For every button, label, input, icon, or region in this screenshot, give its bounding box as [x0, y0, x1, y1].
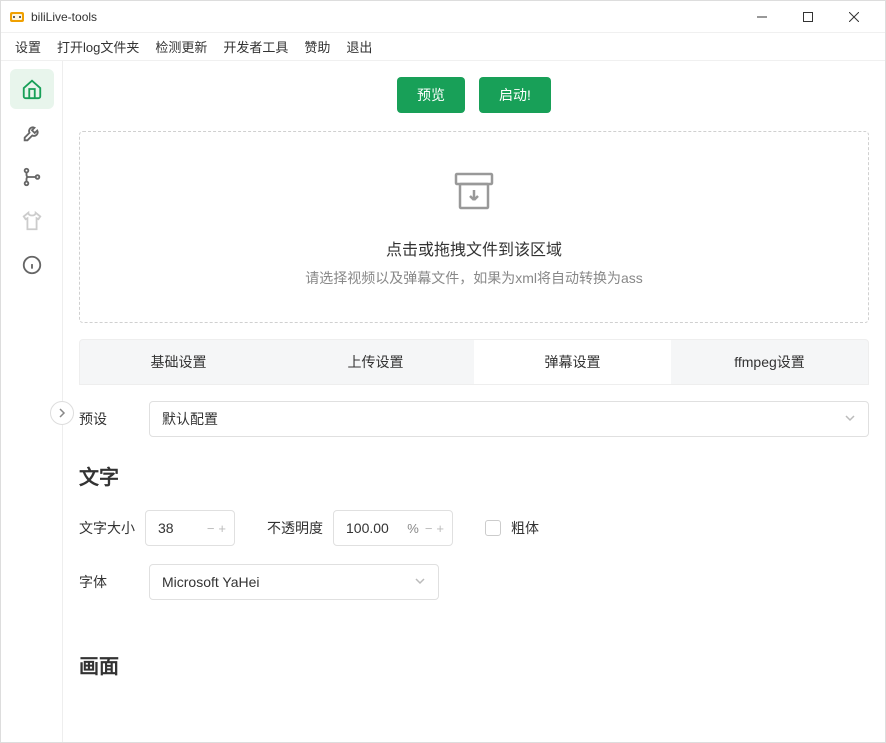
increment-icon[interactable]: +	[436, 521, 444, 536]
opacity-suffix: %	[407, 521, 419, 536]
menu-check-update[interactable]: 检测更新	[147, 34, 215, 59]
tab-upload[interactable]: 上传设置	[277, 340, 474, 384]
opacity-value: 100.00	[346, 520, 407, 536]
file-dropzone[interactable]: 点击或拖拽文件到该区域 请选择视频以及弹幕文件，如果为xml将自动转换为ass	[79, 131, 869, 323]
font-value: Microsoft YaHei	[162, 574, 260, 590]
font-select[interactable]: Microsoft YaHei	[149, 564, 439, 600]
section-text-title: 文字	[79, 461, 869, 490]
tab-danmu[interactable]: 弹幕设置	[474, 340, 671, 384]
app-icon	[9, 9, 25, 25]
chevron-down-icon	[844, 411, 856, 427]
font-size-value: 38	[158, 520, 207, 536]
opacity-label: 不透明度	[267, 518, 323, 538]
sidebar	[1, 61, 63, 742]
menu-settings[interactable]: 设置	[7, 34, 49, 59]
window-title: biliLive-tools	[31, 10, 739, 24]
menubar: 设置 打开log文件夹 检测更新 开发者工具 赞助 退出	[1, 33, 885, 61]
decrement-icon[interactable]: −	[207, 521, 215, 536]
preset-label: 预设	[79, 409, 135, 429]
close-button[interactable]	[831, 1, 877, 33]
font-size-input[interactable]: 38 −+	[145, 510, 235, 546]
maximize-button[interactable]	[785, 1, 831, 33]
shirt-icon	[21, 210, 43, 232]
sidebar-item-home[interactable]	[10, 69, 54, 109]
action-bar: 预览 启动!	[79, 77, 869, 113]
dropzone-subtitle: 请选择视频以及弹幕文件，如果为xml将自动转换为ass	[100, 268, 848, 288]
start-button[interactable]: 启动!	[479, 77, 551, 113]
dropzone-title: 点击或拖拽文件到该区域	[100, 236, 848, 260]
info-icon	[21, 254, 43, 276]
menu-open-log[interactable]: 打开log文件夹	[49, 34, 147, 59]
main-content: 预览 启动! 点击或拖拽文件到该区域 请选择视频以及弹幕文件，如果为xml将自动…	[63, 61, 885, 742]
preset-value: 默认配置	[162, 409, 218, 429]
sidebar-toggle[interactable]	[50, 401, 74, 425]
minimize-button[interactable]	[739, 1, 785, 33]
preset-select[interactable]: 默认配置	[149, 401, 869, 437]
wrench-icon	[21, 122, 43, 144]
tab-ffmpeg[interactable]: ffmpeg设置	[671, 340, 868, 384]
sidebar-item-tools[interactable]	[10, 113, 54, 153]
bold-label: 粗体	[511, 518, 539, 538]
decrement-icon[interactable]: −	[425, 521, 433, 536]
menu-sponsor[interactable]: 赞助	[296, 34, 338, 59]
merge-icon	[21, 166, 43, 188]
archive-download-icon	[450, 170, 498, 212]
menu-exit[interactable]: 退出	[338, 34, 380, 59]
tab-basic[interactable]: 基础设置	[80, 340, 277, 384]
increment-icon[interactable]: +	[218, 521, 226, 536]
chevron-right-icon	[57, 408, 67, 418]
font-label: 字体	[79, 572, 135, 592]
home-icon	[21, 78, 43, 100]
preview-button[interactable]: 预览	[397, 77, 465, 113]
sidebar-item-info[interactable]	[10, 245, 54, 285]
menu-devtools[interactable]: 开发者工具	[215, 34, 296, 59]
bold-checkbox[interactable]	[485, 520, 501, 536]
sidebar-item-merge[interactable]	[10, 157, 54, 197]
font-size-label: 文字大小	[79, 518, 135, 538]
settings-tabs: 基础设置 上传设置 弹幕设置 ffmpeg设置	[79, 339, 869, 385]
opacity-input[interactable]: 100.00 % −+	[333, 510, 453, 546]
chevron-down-icon	[414, 574, 426, 590]
window-controls	[739, 1, 877, 33]
titlebar: biliLive-tools	[1, 1, 885, 33]
sidebar-item-clothes[interactable]	[10, 201, 54, 241]
section-canvas-title: 画面	[79, 650, 869, 679]
